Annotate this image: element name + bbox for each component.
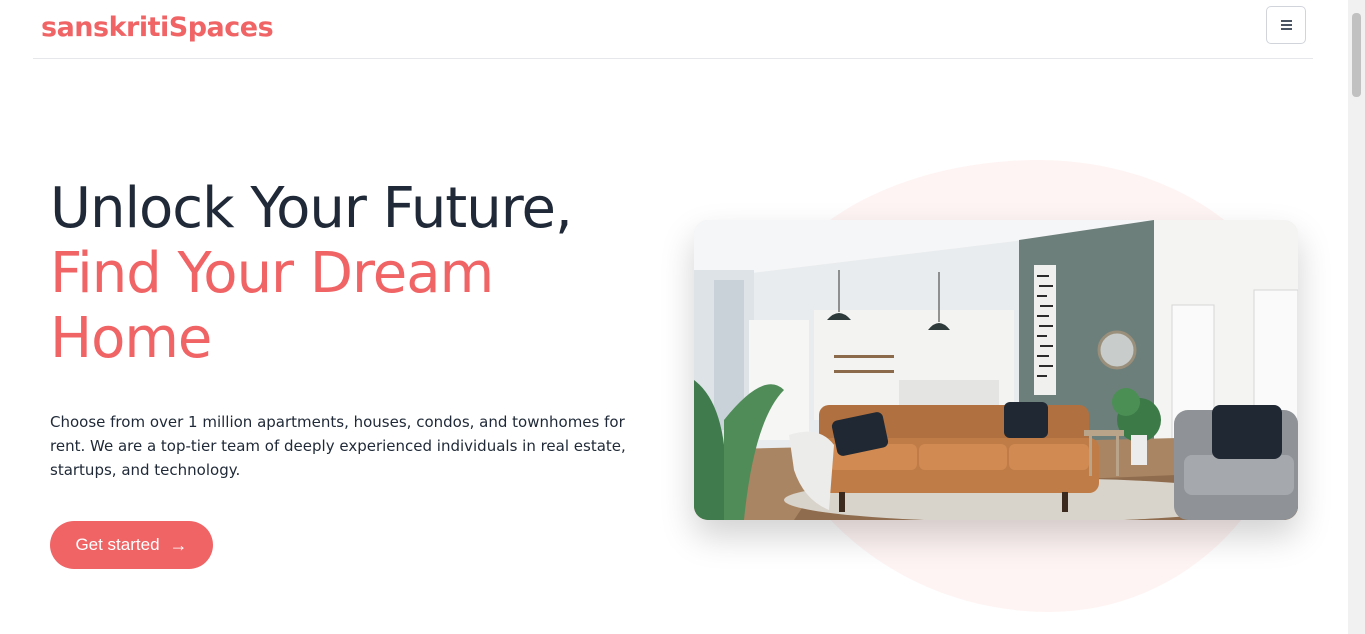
brand-logo[interactable]: sanskritiSpaces — [41, 12, 274, 43]
hero-title-line-3: Home — [50, 306, 212, 371]
hamburger-icon — [1280, 20, 1292, 30]
get-started-button[interactable]: Get started → — [50, 521, 213, 569]
hero-title-line-2: Find Your Dream — [50, 241, 494, 306]
hero-description: Choose from over 1 million apartments, h… — [50, 413, 626, 479]
get-started-label: Get started — [75, 535, 160, 554]
hero-title: Unlock Your Future, Find Your Dream Home — [50, 176, 670, 371]
scrollbar-thumb[interactable] — [1352, 13, 1361, 97]
arrow-right-icon: → — [169, 535, 188, 555]
menu-toggle-button[interactable] — [1266, 6, 1306, 44]
navbar: sanskritiSpaces — [33, 0, 1313, 59]
page-scrollbar[interactable] — [1348, 0, 1365, 634]
hero-title-line-1: Unlock Your Future, — [50, 176, 573, 241]
living-room-photo — [694, 220, 1298, 520]
